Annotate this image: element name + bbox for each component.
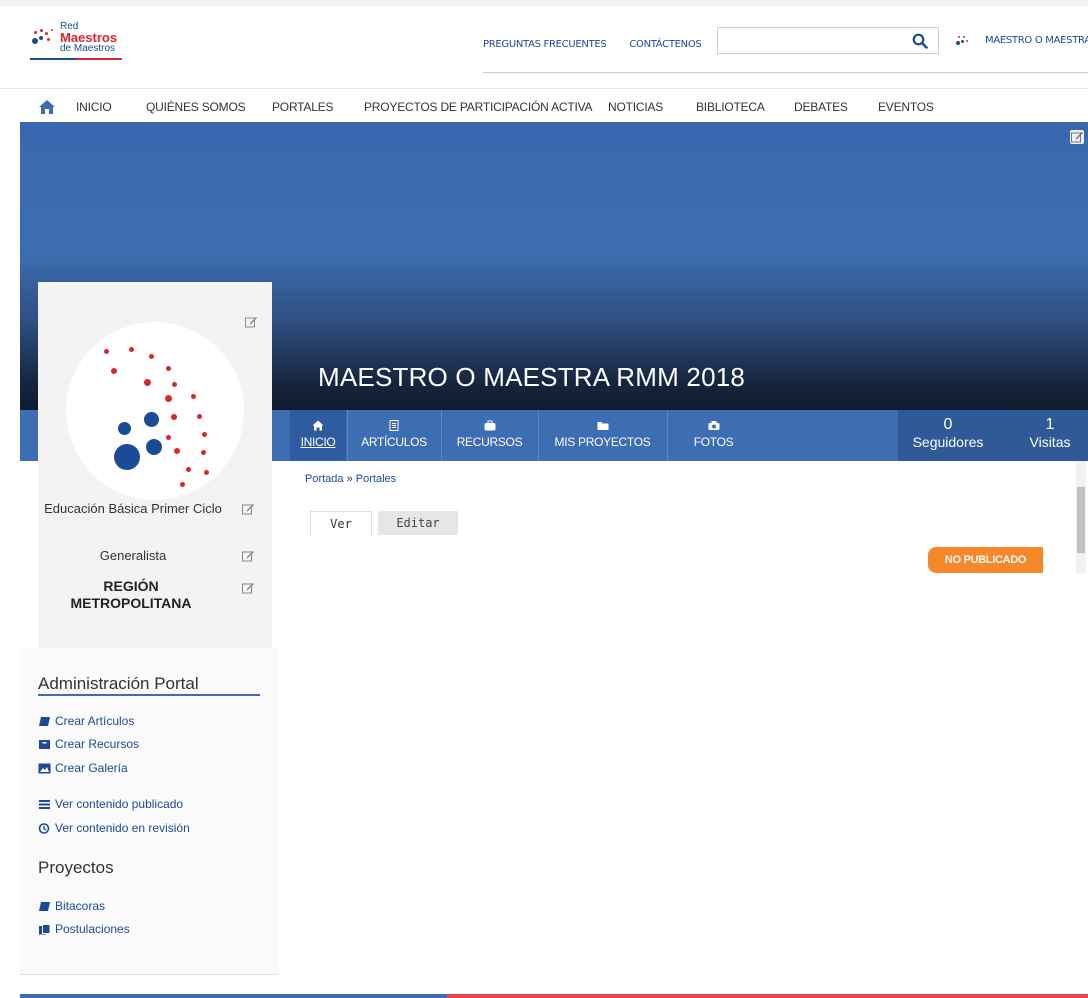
logo-dots-icon	[30, 26, 56, 48]
breadcrumb-home[interactable]: Portada	[305, 473, 344, 485]
nav-item-proyectos[interactable]: PROYECTOS DE PARTICIPACIÓN ACTIVA	[364, 100, 593, 114]
header-links: PREGUNTAS FRECUENTES CONTÁCTENOS	[483, 39, 721, 50]
visits-stat[interactable]: 1 Visitas	[1018, 416, 1082, 450]
edit-avatar-icon[interactable]	[244, 315, 258, 329]
edit-level-icon[interactable]	[241, 502, 255, 516]
top-header: Red Maestros de Maestros PREGUNTAS FRECU…	[0, 0, 1088, 88]
header-divider	[483, 72, 1088, 73]
nav-item-quienes-somos[interactable]: QUIÉNES SOMOS	[146, 100, 246, 114]
create-resources-link[interactable]: Crear Recursos	[38, 737, 139, 751]
main-content: Portada » Portales Ver Editar NO PUBLICA…	[278, 461, 1088, 975]
published-content-link[interactable]: Ver contenido publicado	[38, 797, 183, 811]
create-articles-link[interactable]: Crear Artículos	[38, 714, 134, 728]
status-badge: NO PUBLICADO	[928, 547, 1043, 573]
breadcrumb-separator: »	[346, 473, 353, 485]
tab-label: FOTOS	[693, 435, 734, 449]
search-box	[717, 27, 939, 54]
main-nav: INICIO QUIÉNES SOMOS PORTALES PROYECTOS …	[0, 88, 1088, 122]
link-label: Crear Recursos	[55, 737, 140, 751]
user-name: MAESTRO O MAESTRA ...	[985, 35, 1088, 46]
edit-region-icon[interactable]	[241, 581, 255, 595]
sidebar: Administración Portal Crear Artículos Cr…	[20, 648, 278, 975]
portal-stats: 0 Seguidores 1 Visitas	[898, 410, 1088, 461]
admin-portal-heading: Administración Portal	[38, 674, 199, 693]
breadcrumb-current[interactable]: Portales	[356, 473, 396, 485]
tab-ver[interactable]: Ver	[310, 511, 372, 535]
tab-editar[interactable]: Editar	[378, 511, 458, 535]
tab-label: MIS PROYECTOS	[554, 435, 651, 449]
profile-level: Educación Básica Primer Ciclo	[44, 501, 222, 516]
edit-specialty-icon[interactable]	[241, 549, 255, 563]
contact-link[interactable]: CONTÁCTENOS	[629, 39, 701, 50]
image-icon	[38, 763, 51, 773]
user-menu[interactable]: MAESTRO O MAESTRA ...	[955, 33, 1088, 49]
bitacoras-link[interactable]: Bitacoras	[38, 899, 105, 913]
nav-item-biblioteca[interactable]: BIBLIOTECA	[696, 100, 765, 114]
tab-recursos[interactable]: RECURSOS	[441, 410, 537, 461]
home-icon	[312, 420, 324, 431]
profile-specialty: Generalista	[99, 548, 167, 563]
user-avatar-icon	[955, 35, 971, 47]
scrollbar-thumb[interactable]	[1077, 487, 1085, 553]
footer-divider	[20, 994, 1088, 998]
tab-label: INICIO	[300, 435, 336, 449]
clock-icon	[38, 822, 50, 834]
followers-count: 0	[943, 416, 953, 433]
portal-title: MAESTRO O MAESTRA RMM 2018	[318, 362, 746, 392]
folder-icon	[597, 422, 608, 430]
visits-label: Visitas	[1029, 434, 1071, 450]
profile-region: REGIÓN METROPOLITANA	[70, 578, 192, 611]
tab-mis-proyectos[interactable]: MIS PROYECTOS	[538, 410, 666, 461]
nav-item-debates[interactable]: DEBATES	[794, 100, 848, 114]
heading-underline	[38, 694, 260, 696]
search-input[interactable]	[718, 28, 898, 53]
link-label: Ver contenido en revisión	[55, 821, 190, 835]
search-icon	[912, 33, 928, 49]
content-scrollbar[interactable]	[1076, 461, 1086, 573]
nav-item-inicio[interactable]: INICIO	[76, 100, 112, 114]
edit-banner-icon[interactable]	[1070, 130, 1084, 144]
faq-link[interactable]: PREGUNTAS FRECUENTES	[483, 39, 607, 50]
tab-label: RECURSOS	[456, 435, 523, 449]
review-content-link[interactable]: Ver contenido en revisión	[38, 821, 190, 835]
search-button[interactable]	[902, 28, 938, 53]
home-icon[interactable]	[38, 99, 56, 115]
postulaciones-link[interactable]: Postulaciones	[38, 922, 130, 936]
tab-fotos[interactable]: FOTOS	[667, 410, 759, 461]
breadcrumb: Portada » Portales	[305, 473, 396, 485]
logo-line-3: de Maestros	[60, 43, 116, 54]
nav-item-eventos[interactable]: EVENTOS	[878, 100, 934, 114]
visits-count: 1	[1045, 416, 1055, 433]
create-gallery-link[interactable]: Crear Galería	[38, 761, 128, 775]
book-icon	[39, 716, 50, 726]
site-logo[interactable]: Red Maestros de Maestros	[30, 20, 122, 60]
tab-label: ARTÍCULOS	[361, 435, 427, 449]
copy-icon	[39, 923, 51, 934]
nav-item-noticias[interactable]: NOTICIAS	[608, 100, 663, 114]
list-icon	[39, 799, 50, 809]
avatar[interactable]	[66, 322, 244, 500]
followers-stat[interactable]: 0 Seguidores	[908, 416, 988, 450]
briefcase-icon	[484, 420, 495, 431]
link-label: Crear Artículos	[55, 714, 135, 728]
tab-inicio[interactable]: INICIO	[290, 410, 346, 461]
document-icon	[389, 420, 399, 431]
archive-icon	[39, 739, 50, 749]
followers-label: Seguidores	[912, 434, 984, 450]
link-label: Postulaciones	[55, 922, 130, 936]
logo-underline	[30, 58, 122, 60]
link-label: Crear Galería	[55, 761, 128, 775]
nav-item-portales[interactable]: PORTALES	[272, 100, 334, 114]
link-label: Ver contenido publicado	[55, 797, 184, 811]
camera-icon	[708, 421, 719, 430]
link-label: Bitacoras	[55, 899, 106, 913]
profile-card: Educación Básica Primer Ciclo Generalist…	[38, 282, 272, 648]
tab-articulos[interactable]: ARTÍCULOS	[347, 410, 440, 461]
book-icon	[39, 901, 50, 911]
projects-heading: Proyectos	[38, 858, 114, 877]
